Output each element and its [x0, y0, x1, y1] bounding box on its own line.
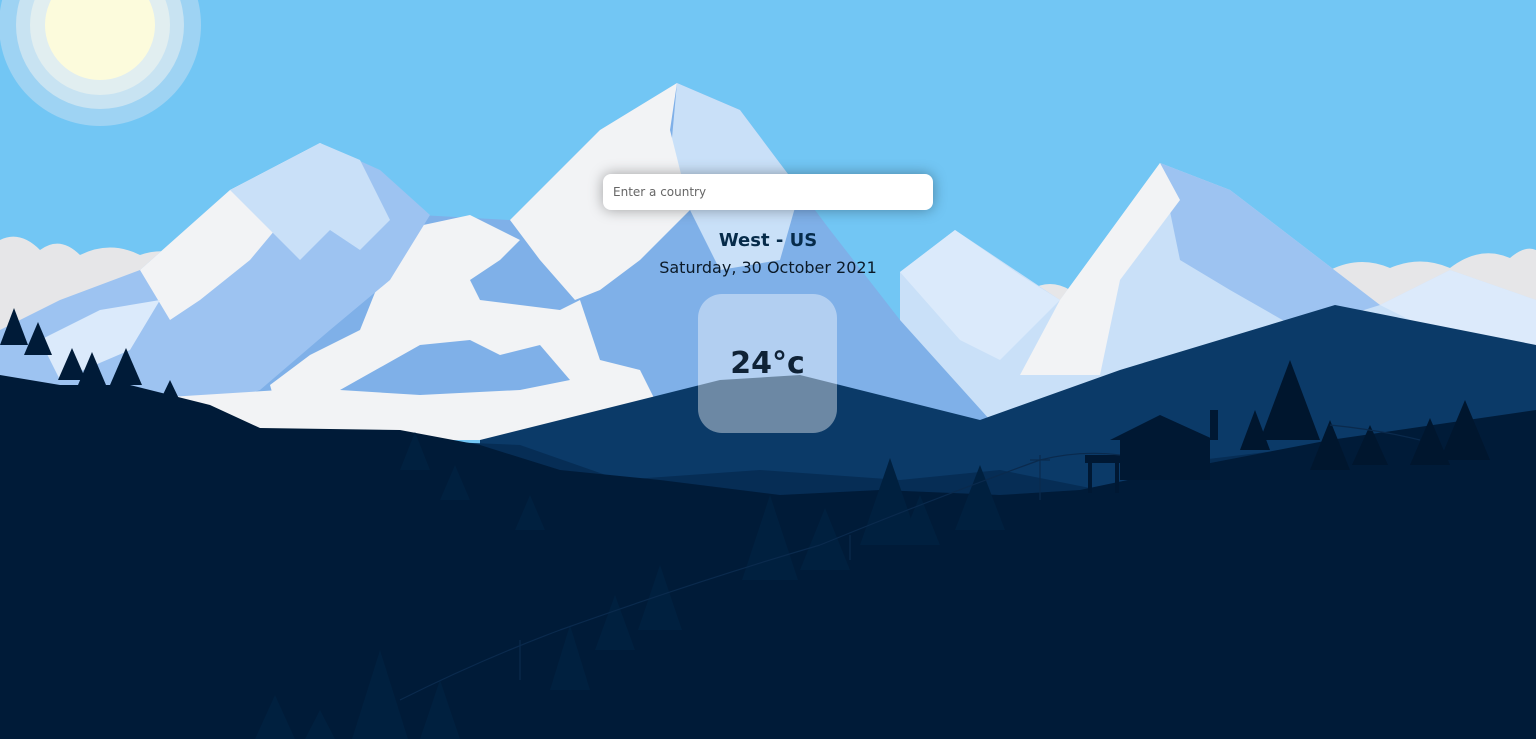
temperature-value: 24°c [730, 346, 805, 381]
temperature-card: 24°c [698, 294, 837, 433]
location-title: West - US [718, 230, 818, 251]
country-search-input[interactable] [603, 174, 933, 210]
current-date: Saturday, 30 October 2021 [659, 258, 877, 277]
weather-app: West - US Saturday, 30 October 2021 24°c [0, 0, 1536, 739]
